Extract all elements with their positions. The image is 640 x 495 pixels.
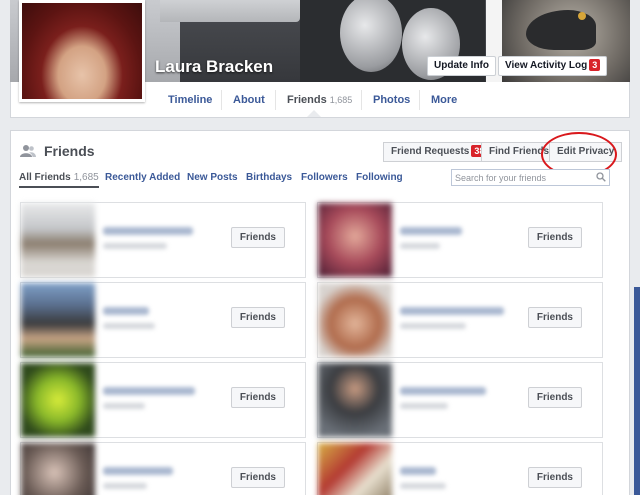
active-subtab-underline bbox=[19, 186, 99, 188]
friends-button[interactable]: Friends bbox=[527, 307, 582, 328]
friend-photo[interactable] bbox=[21, 283, 95, 357]
friend-name[interactable] bbox=[400, 387, 486, 395]
friend-name[interactable] bbox=[400, 227, 462, 235]
nav-divider bbox=[221, 90, 222, 110]
friend-search bbox=[451, 169, 610, 186]
friend-name[interactable] bbox=[103, 467, 173, 475]
friends-button[interactable]: Friends bbox=[527, 227, 582, 248]
friend-search-input[interactable] bbox=[452, 170, 592, 185]
friend-mutual bbox=[103, 243, 167, 249]
friend-photo[interactable] bbox=[318, 203, 392, 277]
friend-card: Friends bbox=[20, 282, 306, 358]
avatar[interactable] bbox=[19, 0, 145, 102]
friend-photo[interactable] bbox=[21, 363, 95, 437]
subtab-followers[interactable]: Followers bbox=[301, 172, 348, 183]
tab-friends-count: 1,685 bbox=[329, 95, 353, 105]
friends-title: Friends bbox=[44, 143, 95, 159]
friend-photo[interactable] bbox=[21, 203, 95, 277]
friends-icon bbox=[20, 145, 36, 157]
friend-name[interactable] bbox=[103, 387, 195, 395]
friend-photo[interactable] bbox=[318, 443, 392, 495]
subtab-following[interactable]: Following bbox=[356, 172, 403, 183]
friend-name[interactable] bbox=[103, 307, 149, 315]
friend-mutual bbox=[103, 403, 145, 409]
subtab-all-friends-count: 1,685 bbox=[73, 172, 99, 183]
friends-button[interactable]: Friends bbox=[230, 227, 285, 248]
search-icon[interactable] bbox=[596, 172, 606, 182]
friend-card: Friends bbox=[20, 362, 306, 438]
tab-about[interactable]: About bbox=[233, 82, 265, 118]
friend-card: Friends bbox=[20, 202, 306, 278]
friend-mutual bbox=[400, 483, 446, 489]
tab-more[interactable]: More bbox=[431, 82, 457, 118]
subtab-new-posts[interactable]: New Posts bbox=[187, 172, 238, 183]
friend-mutual bbox=[400, 323, 466, 329]
active-tab-caret bbox=[307, 110, 321, 117]
friend-name[interactable] bbox=[400, 307, 504, 315]
friend-photo[interactable] bbox=[318, 363, 392, 437]
friend-photo[interactable] bbox=[21, 443, 95, 495]
friend-card: Friends bbox=[317, 282, 603, 358]
friend-name[interactable] bbox=[103, 227, 193, 235]
view-activity-log-button[interactable]: View Activity Log 3 bbox=[498, 56, 608, 76]
friend-card: Friends bbox=[20, 442, 306, 495]
nav-divider bbox=[275, 90, 276, 110]
activity-log-badge: 3 bbox=[589, 59, 601, 71]
cover-strip-top bbox=[160, 0, 300, 22]
friend-mutual bbox=[400, 243, 440, 249]
friends-button[interactable]: Friends bbox=[527, 387, 582, 408]
friend-requests-button[interactable]: Friend Requests 38 bbox=[383, 142, 496, 162]
subtab-all-friends[interactable]: All Friends 1,685 bbox=[19, 172, 99, 183]
friend-photo[interactable] bbox=[318, 283, 392, 357]
tab-friends-label: Friends bbox=[287, 94, 327, 106]
friends-panel: Friends Friend Requests 38 Find Friends E… bbox=[10, 130, 630, 495]
subtab-all-friends-label: All Friends bbox=[19, 172, 71, 183]
friends-button[interactable]: Friends bbox=[230, 387, 285, 408]
friends-button[interactable]: Friends bbox=[230, 307, 285, 328]
tab-timeline[interactable]: Timeline bbox=[168, 82, 212, 118]
update-info-button[interactable]: Update Info bbox=[427, 56, 496, 76]
friend-name[interactable] bbox=[400, 467, 436, 475]
friend-card: Friends bbox=[317, 442, 603, 495]
nav-divider bbox=[419, 90, 420, 110]
friends-button[interactable]: Friends bbox=[230, 467, 285, 488]
profile-name[interactable]: Laura Bracken bbox=[155, 57, 273, 77]
nav-divider bbox=[361, 90, 362, 110]
friend-mutual bbox=[103, 483, 147, 489]
update-info-label: Update Info bbox=[434, 60, 489, 71]
chat-sidebar-edge[interactable] bbox=[634, 287, 640, 495]
friend-mutual bbox=[103, 323, 155, 329]
friend-mutual bbox=[400, 403, 448, 409]
activity-log-label: View Activity Log bbox=[505, 60, 588, 71]
tab-photos[interactable]: Photos bbox=[373, 82, 410, 118]
friend-requests-label: Friend Requests bbox=[391, 146, 470, 157]
friend-card: Friends bbox=[317, 202, 603, 278]
subtab-recently-added[interactable]: Recently Added bbox=[105, 172, 180, 183]
friends-button[interactable]: Friends bbox=[527, 467, 582, 488]
friend-card: Friends bbox=[317, 362, 603, 438]
subtab-birthdays[interactable]: Birthdays bbox=[246, 172, 292, 183]
